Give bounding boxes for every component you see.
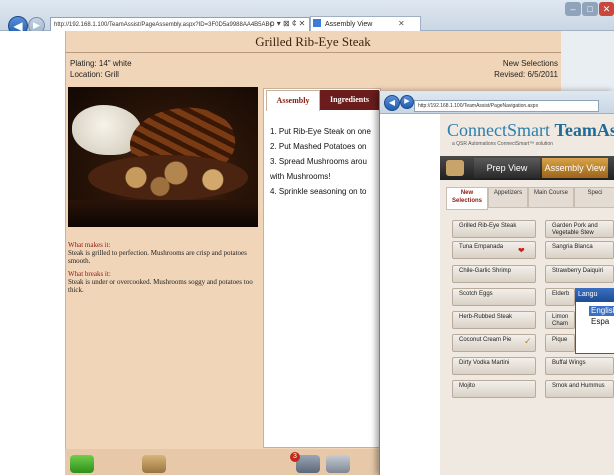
menu-item-button[interactable]: Smok and Hummus [545,380,614,398]
menu-item-button[interactable]: Mojito [452,380,536,398]
mushrooms-image [88,155,248,200]
menu-item-button[interactable]: Chile-Garlic Shrimp [452,265,536,283]
overlay-back-arrow-icon[interactable]: ◀ [384,95,400,111]
menu-item-button[interactable]: Dirty Vodka Martini [452,357,536,375]
menu-item-button[interactable]: Limon Cham [545,311,575,329]
what-breaks-it-section: What breaks it: Steak is under or overco… [68,270,258,294]
title-divider [65,52,561,53]
overlay-forward-arrow-icon[interactable]: ▶ [400,95,414,109]
tab-main-course[interactable]: Main Course [528,187,574,208]
address-bar-tools[interactable]: ρ ▾ ⊠ ¢ ✕ [270,17,305,31]
minimize-icon[interactable]: – [565,2,581,16]
menu-item-button[interactable]: Herb-Rubbed Steak [452,311,536,329]
menu-item-button[interactable]: Buffal Wings [545,357,614,375]
language-dialog-title: Langu [575,288,614,302]
notification-badge: 3 [290,452,300,462]
heart-icon: ❤ [518,246,525,255]
plating-info: Plating: 14" white [70,59,132,68]
step-3: 3. Spread Mushrooms arou [270,157,367,166]
step-4: 4. Sprinkle seasoning on to [270,187,367,196]
what-makes-it-section: What makes it: Steak is grilled to perfe… [68,241,258,265]
tab-close-icon[interactable]: ✕ [398,16,405,31]
selection-label: New Selections [502,59,558,68]
home-icon[interactable] [446,160,464,176]
menu-item-button[interactable]: Pique [545,334,575,352]
tab-ingredients[interactable]: Ingredients [320,90,379,110]
prep-view-button[interactable]: Prep View [474,158,540,178]
brand-teamassist: TeamAss [554,120,614,140]
menu-item-button[interactable]: Grilled Rib-Eye Steak [452,220,536,238]
step-3-continued: with Mushrooms! [270,172,331,181]
plate-image [68,200,258,227]
overlay-address-bar[interactable]: http://192.168.1.100/TeamAssist/PageNavi… [414,100,599,112]
page-favicon-icon [313,19,321,27]
step-2: 2. Put Mashed Potatoes on [270,142,367,151]
page-margin [0,31,65,475]
window-close-icon[interactable]: ✕ [599,2,614,16]
printer-icon[interactable] [326,455,350,473]
assembly-steps: 1. Put Rib-Eye Steak on one 2. Put Mashe… [270,124,380,199]
tab-specials[interactable]: Speci [574,187,614,208]
location-info: Location: Grill [70,70,119,79]
home-icon[interactable] [142,455,166,473]
what-breaks-heading: What breaks it: [68,270,111,278]
what-makes-heading: What makes it: [68,241,111,249]
what-breaks-text: Steak is under or overcooked. Mushrooms … [68,278,253,294]
brand-connectsmart: ConnectSmart [447,120,550,140]
menu-item-button[interactable]: Sangria Blanca [545,241,614,259]
step-1: 1. Put Rib-Eye Steak on one [270,127,371,136]
assembly-view-button[interactable]: Assembly View [542,158,608,178]
checkmark-icon: ✓ [524,336,532,346]
tab-assembly[interactable]: Assembly [266,90,320,111]
teamassist-brand: ConnectSmart TeamAss [447,120,614,141]
menu-item-button[interactable]: Scotch Eggs [452,288,536,306]
tab-new-selections[interactable]: New Selections [446,187,488,210]
revised-date: Revised: 6/5/2011 [494,70,558,79]
maximize-icon[interactable]: □ [582,2,598,16]
language-option-english[interactable]: English [589,306,614,316]
menu-item-button[interactable]: Garden Pork and Vegetable Stew [545,220,614,238]
menu-item-button[interactable]: Strawberry Daiquiri [545,265,614,283]
recipe-title: Grilled Rib-Eye Steak [255,34,371,49]
tab-appetizers[interactable]: Appetizers [488,187,528,208]
brand-tagline: a QSR Automations ConnectSmart™ solution [452,141,553,147]
back-arrow-icon[interactable] [70,455,94,473]
menu-item-button[interactable]: Elderb [545,288,575,306]
language-option-espanol[interactable]: Espa [589,317,614,327]
what-makes-text: Steak is grilled to perfection. Mushroom… [68,249,247,265]
